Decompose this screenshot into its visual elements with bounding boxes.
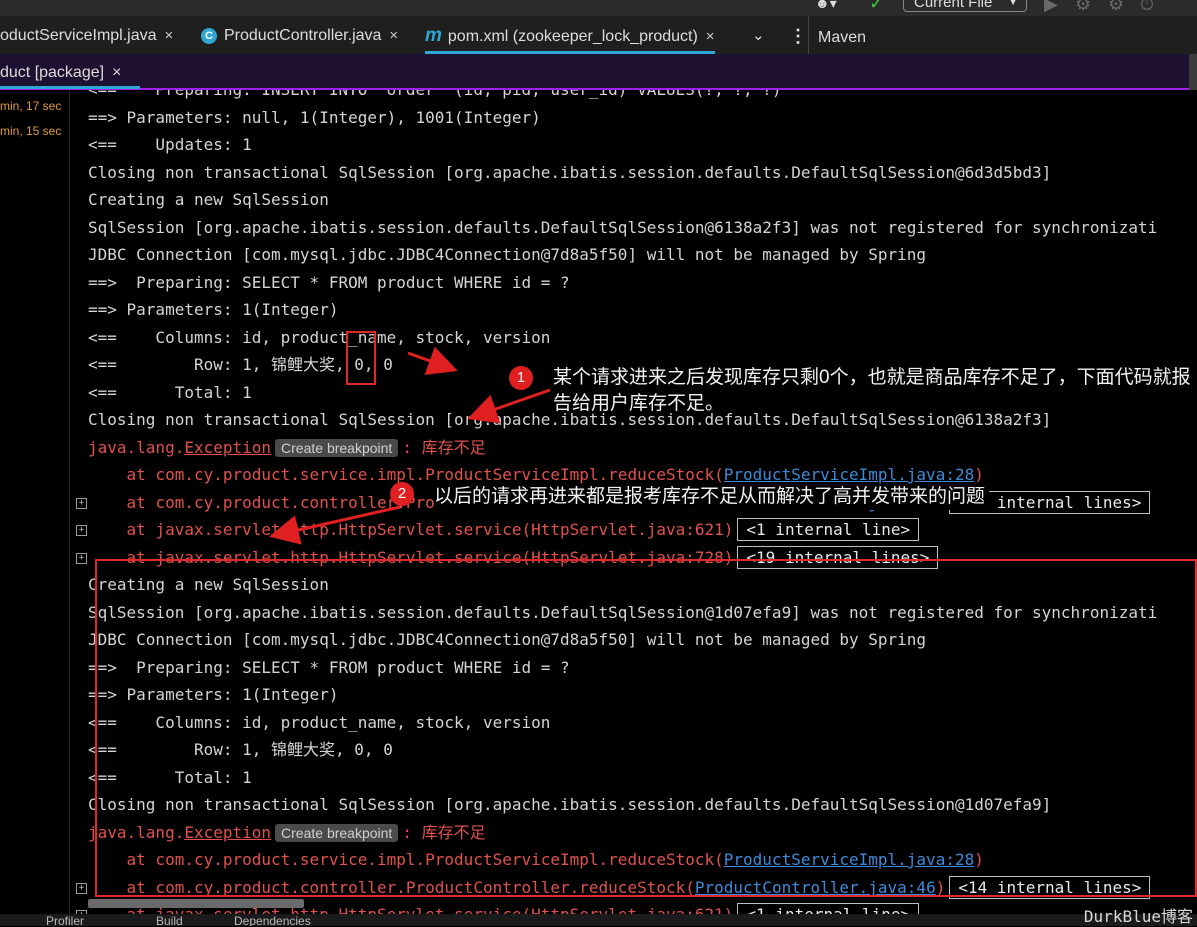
annotation-note-2: 以后的请求再进来都是报考库存不足从而解决了高并发带来的问题 [434, 484, 990, 510]
arrow-to-note-1 [407, 346, 458, 375]
watermark: DurkBlue博客 [1083, 907, 1193, 926]
arrow-from-note-1 [467, 388, 551, 424]
annotation-badge-2: 2 [390, 482, 414, 506]
annotation-badge-1: 1 [509, 366, 533, 390]
annotation-note-1: 某个请求进来之后发现库存只剩0个，也就是商品库存不足了，下面代码就报告给用户库存… [553, 367, 1191, 414]
annotation-arrows [269, 346, 551, 545]
horizontal-scrollbar[interactable] [88, 899, 304, 908]
bottom-tool-bar: Profiler Build Dependencies [0, 914, 1197, 926]
profiler-tool-button[interactable]: Profiler [46, 914, 84, 926]
dependencies-tool-button[interactable]: Dependencies [234, 914, 311, 926]
build-tool-button[interactable]: Build [156, 914, 183, 926]
arrow-from-note-2 [269, 505, 401, 545]
